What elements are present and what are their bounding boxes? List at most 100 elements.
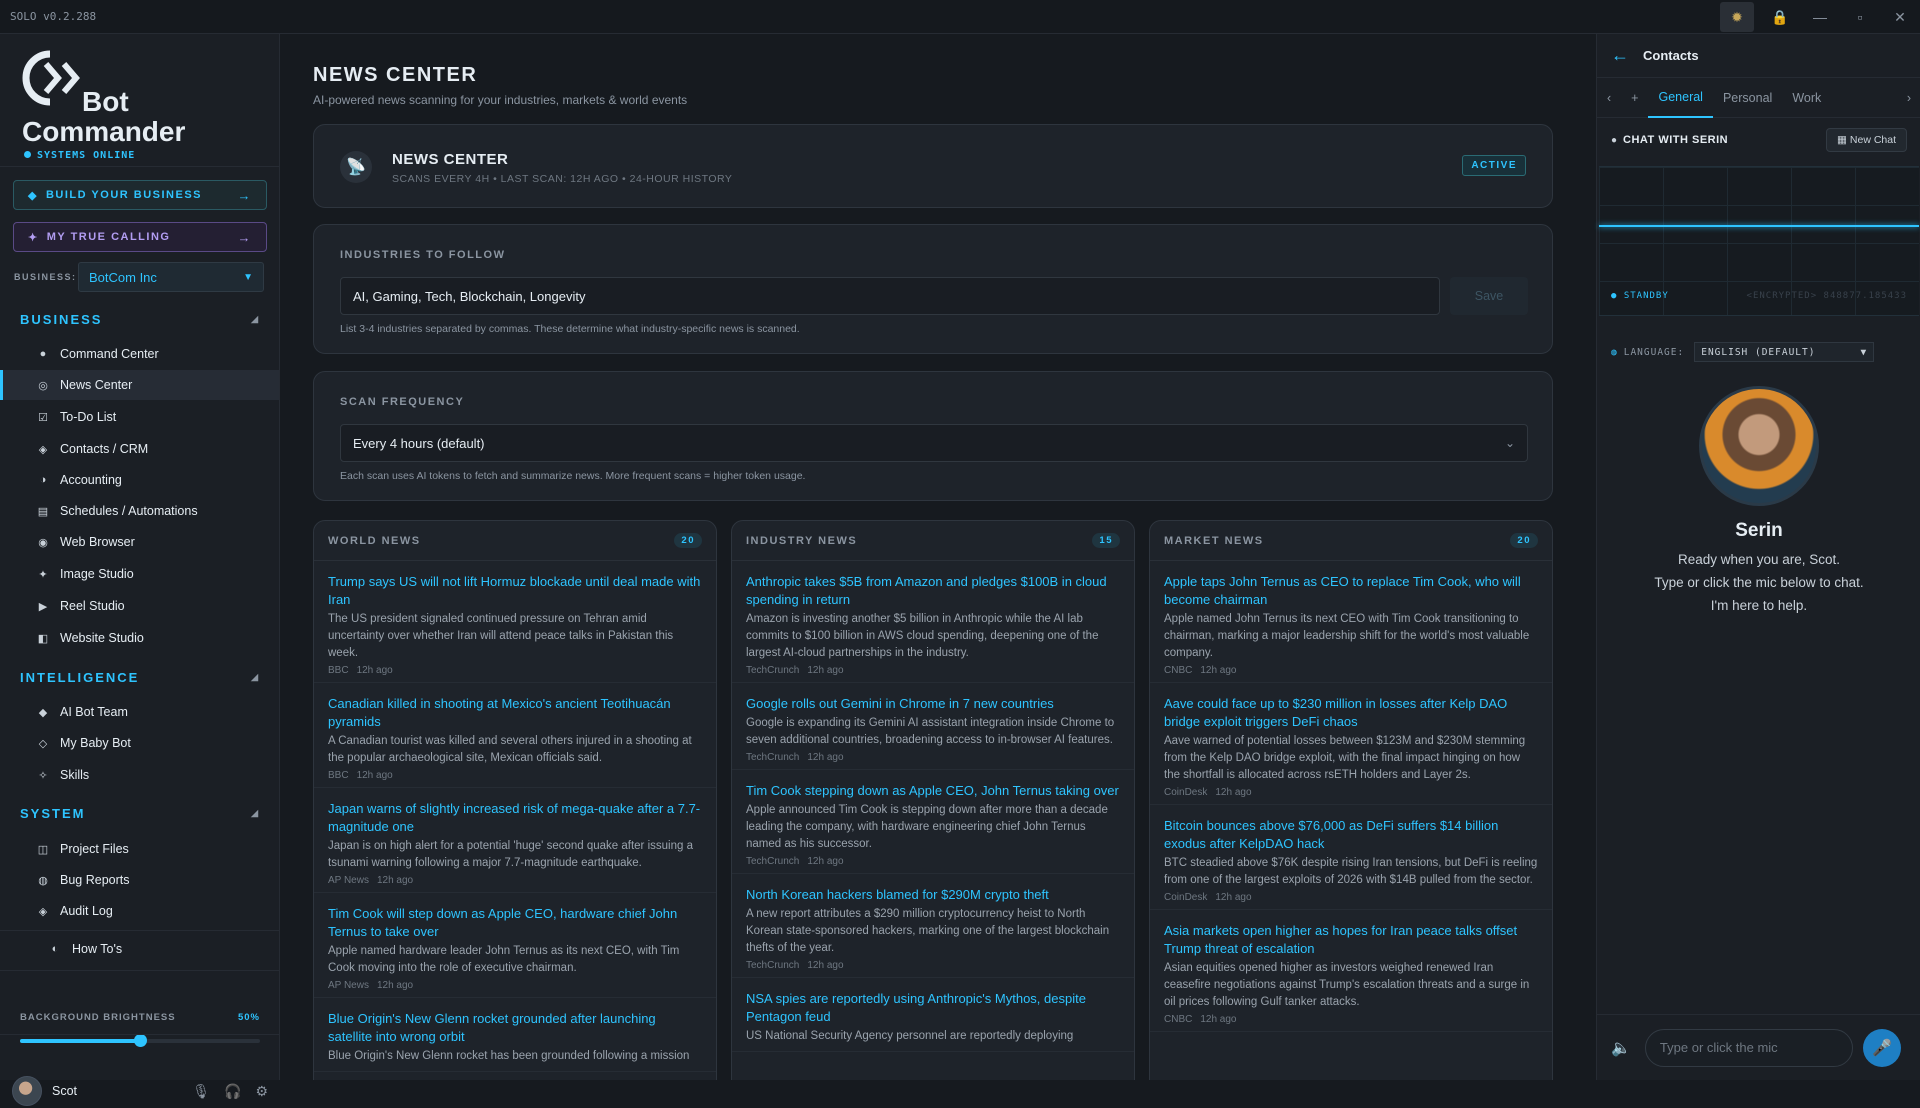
- tab-next-icon[interactable]: ›: [1897, 91, 1920, 105]
- app-version: SOLO v0.2.288: [10, 10, 97, 23]
- section-system[interactable]: SYSTEM ◢: [20, 806, 260, 821]
- tab-personal[interactable]: Personal: [1713, 91, 1782, 105]
- sidebar-item-website-studio[interactable]: ◧ Website Studio: [0, 623, 279, 653]
- circle-icon: ●: [39, 348, 47, 360]
- news-source: BBC: [328, 770, 349, 781]
- language-select[interactable]: ENGLISH (DEFAULT) ▼: [1694, 342, 1875, 362]
- news-headline-link[interactable]: Trump says US will not lift Hormuz block…: [328, 573, 702, 609]
- sidebar-item-image-studio[interactable]: ✦ Image Studio: [0, 559, 279, 589]
- news-headline-link[interactable]: Asia markets open higher as hopes for Ir…: [1164, 922, 1538, 958]
- news-headline-link[interactable]: Tim Cook will step down as Apple CEO, ha…: [328, 905, 702, 941]
- mic-button[interactable]: 🎤: [1862, 1028, 1901, 1067]
- sidebar-item-label: Project Files: [60, 842, 129, 856]
- tab-work[interactable]: Work: [1782, 91, 1831, 105]
- sidebar-item-contacts[interactable]: ◈ Contacts / CRM: [0, 434, 279, 464]
- language-row: ◍ LANGUAGE: ENGLISH (DEFAULT) ▼: [1611, 342, 1907, 362]
- sidebar-item-audit-log[interactable]: ◈ Audit Log: [0, 896, 279, 926]
- news-headline-link[interactable]: Google rolls out Gemini in Chrome in 7 n…: [746, 695, 1120, 713]
- sidebar-item-my-baby-bot[interactable]: ◇ My Baby Bot: [0, 728, 279, 758]
- sidebar-item-project-files[interactable]: ◫ Project Files: [0, 834, 279, 864]
- scan-frequency-select[interactable]: Every 4 hours (default) ⌄: [340, 424, 1528, 462]
- title-bar: SOLO v0.2.288 ✹ 🔒 — ▫ ✕: [0, 0, 1920, 34]
- page-title: NEWS CENTER: [313, 64, 478, 86]
- sidebar-item-reel-studio[interactable]: ▶ Reel Studio: [0, 591, 279, 621]
- business-select[interactable]: BotCom Inc ▼: [78, 262, 264, 292]
- sidebar-item-news-center[interactable]: ◎ News Center: [0, 370, 279, 400]
- news-meta: BBC 12h ago: [328, 770, 702, 781]
- sidebar-item-skills[interactable]: ✧ Skills: [0, 760, 279, 790]
- sidebar-item-web-browser[interactable]: ◉ Web Browser: [0, 527, 279, 557]
- section-intelligence[interactable]: INTELLIGENCE ◢: [20, 670, 260, 685]
- gear-icon[interactable]: ⚙: [255, 1083, 268, 1100]
- news-headline-link[interactable]: North Korean hackers blamed for $290M cr…: [746, 886, 1120, 904]
- news-meta: TechCrunch 12h ago: [746, 665, 1120, 676]
- speaker-icon[interactable]: 🔈: [1611, 1038, 1631, 1058]
- news-source: AP News: [328, 875, 369, 886]
- sun-icon[interactable]: ✹: [1720, 2, 1754, 32]
- globe-icon: ◎: [38, 379, 48, 392]
- status-text: SYSTEMS ONLINE: [37, 150, 136, 161]
- arrow-right-icon: →: [237, 229, 252, 245]
- news-headline-link[interactable]: Apple taps John Ternus as CEO to replace…: [1164, 573, 1538, 609]
- minimize-icon[interactable]: —: [1800, 0, 1840, 34]
- news-headline-link[interactable]: Blue Origin's New Glenn rocket grounded …: [328, 1010, 702, 1046]
- save-button[interactable]: Save: [1450, 277, 1528, 315]
- add-tab-icon[interactable]: +: [1621, 91, 1648, 105]
- news-item: Blue Origin's New Glenn rocket grounded …: [314, 998, 716, 1072]
- industries-input[interactable]: AI, Gaming, Tech, Blockchain, Longevity: [340, 277, 1440, 315]
- section-business[interactable]: BUSINESS ◢: [20, 312, 260, 327]
- sidebar-item-command-center[interactable]: ● Command Center: [0, 339, 279, 369]
- news-headline-link[interactable]: Aave could face up to $230 million in lo…: [1164, 695, 1538, 731]
- news-summary: Asian equities opened higher as investor…: [1164, 962, 1530, 1008]
- news-headline-link[interactable]: Tim Cook stepping down as Apple CEO, Joh…: [746, 782, 1120, 800]
- chat-input[interactable]: Type or click the mic: [1644, 1028, 1853, 1067]
- news-headline-link[interactable]: Anthropic takes $5B from Amazon and pled…: [746, 573, 1120, 609]
- news-item: Tim Cook will step down as Apple CEO, ha…: [314, 893, 716, 998]
- news-headline-link[interactable]: Bitcoin bounces above $76,000 as DeFi su…: [1164, 817, 1538, 853]
- news-source: TechCrunch: [746, 856, 800, 867]
- panel-header: ← Contacts: [1597, 34, 1920, 78]
- news-summary: Amazon is investing another $5 billion i…: [746, 613, 1099, 659]
- headphones-icon[interactable]: 🎧: [224, 1083, 241, 1100]
- maximize-icon[interactable]: ▫: [1840, 0, 1880, 34]
- microphone-icon[interactable]: 🎙: [192, 1083, 210, 1100]
- news-headline-link[interactable]: Japan warns of slightly increased risk o…: [328, 800, 702, 836]
- sidebar-item-todo[interactable]: ☑ To-Do List: [0, 402, 279, 432]
- news-item: Japan warns of slightly increased risk o…: [314, 788, 716, 893]
- window-controls: ✹ 🔒 — ▫ ✕: [1720, 0, 1920, 34]
- news-time: 12h ago: [356, 665, 393, 676]
- brightness-slider[interactable]: [20, 1034, 260, 1047]
- sidebar-item-ai-bot-team[interactable]: ◆ AI Bot Team: [0, 697, 279, 727]
- sidebar-item-schedules[interactable]: ▤ Schedules / Automations: [0, 496, 279, 526]
- brightness-fill: [20, 1039, 140, 1043]
- tab-prev-icon[interactable]: ‹: [1597, 91, 1621, 105]
- news-headline-link[interactable]: Canadian killed in shooting at Mexico's …: [328, 695, 702, 731]
- avatar[interactable]: [12, 1076, 42, 1106]
- brightness-value: 50%: [237, 1012, 260, 1023]
- news-meta: AP News 12h ago: [328, 875, 702, 886]
- brightness-knob[interactable]: [134, 1034, 147, 1047]
- sidebar-item-accounting[interactable]: ◑ Accounting: [0, 465, 279, 495]
- tab-general[interactable]: General: [1648, 78, 1713, 118]
- sidebar-item-bug-reports[interactable]: ◍ Bug Reports: [0, 865, 279, 895]
- build-business-label: BUILD YOUR BUSINESS: [45, 189, 203, 201]
- sidebar-item-label: Website Studio: [60, 631, 144, 645]
- true-calling-button[interactable]: ✦ MY TRUE CALLING →: [13, 222, 267, 252]
- sidebar-item-how-tos[interactable]: ◐ How To's: [0, 934, 279, 964]
- news-summary: Blue Origin's New Glenn rocket has been …: [328, 1050, 690, 1062]
- scan-help: Each scan uses AI tokens to fetch and su…: [340, 470, 806, 482]
- logo-text-commander: Commander: [22, 116, 186, 147]
- new-chat-button[interactable]: ▦ New Chat: [1826, 128, 1907, 152]
- trash-icon: ▦: [1837, 134, 1850, 146]
- language-label: LANGUAGE:: [1623, 346, 1685, 358]
- sidebar-item-label: To-Do List: [60, 410, 117, 424]
- build-business-button[interactable]: ◆ BUILD YOUR BUSINESS →: [13, 180, 267, 210]
- news-headline-link[interactable]: NSA spies are reportedly using Anthropic…: [746, 990, 1120, 1026]
- close-icon[interactable]: ✕: [1880, 0, 1920, 34]
- user-name: Scot: [52, 1084, 78, 1098]
- back-arrow-icon[interactable]: ←: [1611, 45, 1629, 66]
- news-item: Bitcoin bounces above $76,000 as DeFi su…: [1150, 805, 1552, 910]
- lock-icon[interactable]: 🔒: [1760, 0, 1800, 34]
- column-title: WORLD NEWS: [328, 534, 421, 547]
- sidebar-item-label: Skills: [60, 768, 90, 782]
